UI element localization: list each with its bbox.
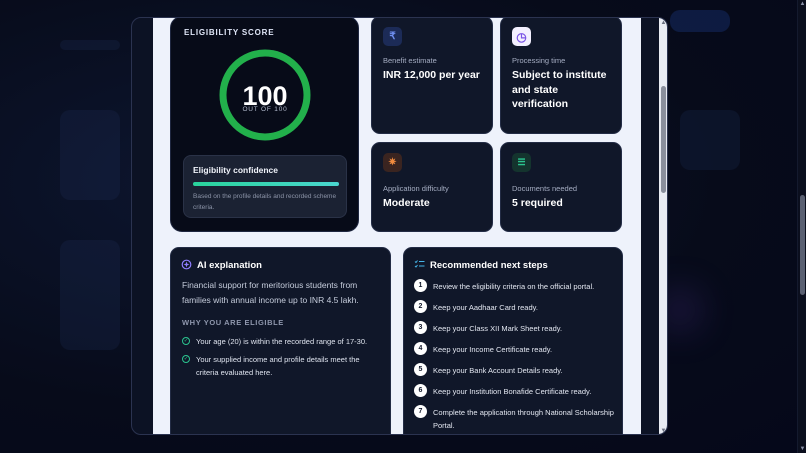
step-number: 4 <box>414 342 427 355</box>
clock-icon: ◷ <box>512 27 531 46</box>
background-panel <box>60 40 120 50</box>
benefit-value: INR 12,000 per year <box>383 69 480 81</box>
background-panel <box>670 10 730 32</box>
step-number: 1 <box>414 279 427 292</box>
ai-explanation-text: Financial support for meritorious studen… <box>182 280 359 305</box>
why-eligible-heading: WHY YOU ARE ELIGIBLE <box>182 318 284 327</box>
eligibility-reason-text: Your supplied income and profile details… <box>196 355 360 377</box>
benefit-card: ₹ Benefit estimate INR 12,000 per year <box>371 18 493 134</box>
processing-label: Processing time <box>512 56 566 65</box>
background-panel <box>60 110 120 200</box>
rupee-icon: ₹ <box>383 27 402 46</box>
list-icon <box>414 259 425 270</box>
step-number: 2 <box>414 300 427 313</box>
step-text: Complete the application through Nationa… <box>433 408 614 430</box>
processing-card: ◷ Processing time Subject to institute a… <box>500 18 622 134</box>
step-number: 3 <box>414 321 427 334</box>
ai-explanation-title: AI explanation <box>197 260 262 271</box>
confidence-title: Eligibility confidence <box>193 165 279 175</box>
processing-value: Subject to institute and state verificat… <box>512 69 607 110</box>
step-text: Keep your Bank Account Details ready. <box>433 366 563 375</box>
step-text: Keep your Income Certificate ready. <box>433 345 553 354</box>
documents-label: Documents needed <box>512 184 578 193</box>
eligibility-modal: ELIGIBILITY SCORE 100 OUT OF 100 Eligibi… <box>131 17 668 435</box>
confidence-box: Eligibility confidence Based on the prof… <box>183 155 347 218</box>
step-text: Keep your Class XII Mark Sheet ready. <box>433 324 563 333</box>
score-title: ELIGIBILITY SCORE <box>184 28 275 37</box>
step-number: 5 <box>414 363 427 376</box>
modal-content: ELIGIBILITY SCORE 100 OUT OF 100 Eligibi… <box>153 18 641 434</box>
step-text: Keep your Aadhaar Card ready. <box>433 303 538 312</box>
benefit-label: Benefit estimate <box>383 56 437 65</box>
scroll-down-arrow-icon[interactable]: ▼ <box>799 445 806 453</box>
check-icon: ✓ <box>182 355 190 363</box>
scroll-up-arrow-icon[interactable]: ▲ <box>799 0 806 8</box>
page-scrollbar[interactable]: ▲ ▼ <box>797 0 806 453</box>
step-text: Review the eligibility criteria on the o… <box>433 282 595 291</box>
score-out-of: OUT OF 100 <box>242 106 288 113</box>
modal-scroll-thumb[interactable] <box>661 86 666 193</box>
scroll-down-arrow-icon[interactable]: ▼ <box>660 427 667 434</box>
checklist-icon: ☰ <box>512 153 531 172</box>
step-number: 7 <box>414 405 427 418</box>
difficulty-icon: ✷ <box>383 153 402 172</box>
documents-card: ☰ Documents needed 5 required <box>500 142 622 232</box>
confidence-note: Based on the profile details and recorde… <box>193 193 337 211</box>
ai-sparkle-icon <box>181 259 192 270</box>
next-steps-title: Recommended next steps <box>430 260 548 271</box>
background-panel <box>680 110 740 170</box>
difficulty-card: ✷ Application difficulty Moderate <box>371 142 493 232</box>
page-scroll-thumb[interactable] <box>800 195 805 295</box>
step-text: Keep your Institution Bonafide Certifica… <box>433 387 592 396</box>
eligibility-score-card: ELIGIBILITY SCORE 100 OUT OF 100 Eligibi… <box>170 18 359 232</box>
difficulty-value: Moderate <box>383 197 430 209</box>
scroll-up-arrow-icon[interactable]: ▲ <box>660 19 667 27</box>
difficulty-label: Application difficulty <box>383 184 449 193</box>
step-number: 6 <box>414 384 427 397</box>
check-icon: ✓ <box>182 337 190 345</box>
next-steps-card: Recommended next steps 1 Review the elig… <box>403 247 623 434</box>
ai-explanation-card: AI explanation Financial support for mer… <box>170 247 391 434</box>
score-ring: 100 OUT OF 100 <box>217 47 313 143</box>
confidence-bar <box>193 182 339 186</box>
modal-gutter <box>641 18 659 434</box>
eligibility-reason-text: Your age (20) is within the recorded ran… <box>196 337 368 346</box>
modal-scrollbar[interactable]: ▲ ▼ <box>659 18 667 434</box>
confidence-bar-fill <box>193 182 339 186</box>
list-graphic <box>414 260 425 268</box>
documents-value: 5 required <box>512 197 563 209</box>
ai-sparkle-graphic <box>181 259 192 270</box>
background-panel <box>60 240 120 350</box>
